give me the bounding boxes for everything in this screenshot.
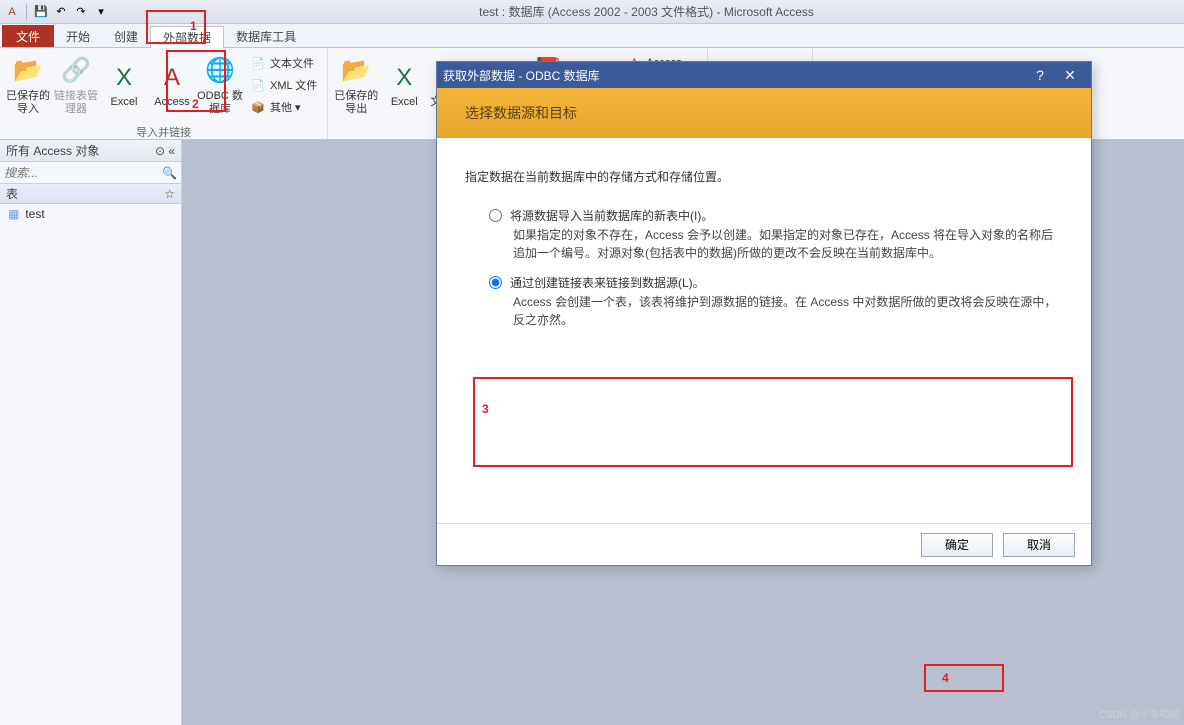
linked-table-manager-button[interactable]: 🔗 链接表管理器 xyxy=(52,50,100,122)
dialog-titlebar: 获取外部数据 - ODBC 数据库 ? ✕ xyxy=(437,62,1091,88)
text-file-icon: 📄 xyxy=(250,55,266,71)
option-link-row[interactable]: 通过创建链接表来链接到数据源(L)。 xyxy=(465,272,1063,293)
search-icon[interactable]: 🔍 xyxy=(162,166,177,180)
dialog-title: 获取外部数据 - ODBC 数据库 xyxy=(443,67,600,84)
globe-db-icon: 🌐 xyxy=(204,56,236,88)
label: ODBC 数据库 xyxy=(196,90,244,116)
label: 链接表管理器 xyxy=(52,90,100,116)
tab-create[interactable]: 创建 xyxy=(102,25,150,47)
save-icon[interactable]: 💾 xyxy=(33,4,49,20)
excel-icon: X xyxy=(388,62,420,94)
option-import-label: 将源数据导入当前数据库的新表中(I)。 xyxy=(510,207,713,224)
title-bar: A 💾 ↶ ↷ ▾ test : 数据库 (Access 2002 - 2003… xyxy=(0,0,1184,24)
label: Access xyxy=(154,96,189,109)
qat-dropdown-icon[interactable]: ▾ xyxy=(93,4,109,20)
ribbon-tabs: 文件 开始 创建 外部数据 数据库工具 xyxy=(0,24,1184,48)
ok-button[interactable]: 确定 xyxy=(921,533,993,557)
export-excel-button[interactable]: X Excel xyxy=(380,50,428,122)
nav-header[interactable]: 所有 Access 对象 ⊙ « xyxy=(0,140,181,162)
quick-access-toolbar: A 💾 ↶ ↷ ▾ xyxy=(0,4,109,20)
dialog-banner: 选择数据源和目标 xyxy=(437,88,1091,138)
import-access-button[interactable]: A Access xyxy=(148,50,196,122)
help-icon[interactable]: ? xyxy=(1025,64,1055,86)
close-icon[interactable]: ✕ xyxy=(1055,64,1085,86)
window-title: test : 数据库 (Access 2002 - 2003 文件格式) - M… xyxy=(109,3,1184,20)
xml-file-icon: 📄 xyxy=(250,77,266,93)
label: Excel xyxy=(111,96,138,109)
option-link-label: 通过创建链接表来链接到数据源(L)。 xyxy=(510,274,705,291)
option-import-row[interactable]: 将源数据导入当前数据库的新表中(I)。 xyxy=(465,205,1063,226)
tab-file[interactable]: 文件 xyxy=(2,25,54,47)
more-icon: 📦 xyxy=(250,99,266,115)
nav-item-label: test xyxy=(25,207,44,221)
option-import-explanation: 如果指定的对象不存在，Access 会予以创建。如果指定的对象已存在，Acces… xyxy=(465,226,1063,272)
dialog-instruction: 指定数据在当前数据库中的存储方式和存储位置。 xyxy=(465,168,1063,185)
nav-item-test[interactable]: ▦ test xyxy=(0,204,181,224)
import-odbc-button[interactable]: 🌐 ODBC 数据库 xyxy=(196,50,244,122)
redo-icon[interactable]: ↷ xyxy=(73,4,89,20)
import-small-col: 📄文本文件 📄XML 文件 📦其他 ▾ xyxy=(244,50,323,120)
folder-export-icon: 📂 xyxy=(340,56,372,88)
access-icon: A xyxy=(156,62,188,94)
group-label: 导入并链接 xyxy=(0,124,327,140)
tab-home[interactable]: 开始 xyxy=(54,25,102,47)
label: Excel xyxy=(391,96,418,109)
tab-external-data[interactable]: 外部数据 xyxy=(150,26,224,48)
saved-exports-button[interactable]: 📂 已保存的导出 xyxy=(332,50,380,122)
chevron-down-icon[interactable]: ⊙ « xyxy=(155,144,175,158)
nav-category-tables[interactable]: 表 ☆ xyxy=(0,184,181,204)
label: 已保存的导入 xyxy=(4,90,52,116)
ribbon-group-import: 📂 已保存的导入 🔗 链接表管理器 X Excel A Access 🌐 ODB… xyxy=(0,48,328,139)
radio-link[interactable] xyxy=(489,276,502,289)
nav-search: 🔍 xyxy=(0,162,181,184)
import-more-button[interactable]: 📦其他 ▾ xyxy=(246,96,321,118)
option-link-explanation: Access 会创建一个表，该表将维护到源数据的链接。在 Access 中对数据… xyxy=(465,293,1063,339)
nav-header-label: 所有 Access 对象 xyxy=(6,142,99,159)
collapse-icon: ☆ xyxy=(164,187,175,201)
table-icon: ▦ xyxy=(8,207,19,221)
dialog-get-external-odbc: 获取外部数据 - ODBC 数据库 ? ✕ 选择数据源和目标 指定数据在当前数据… xyxy=(436,61,1092,566)
watermark: CSDN @小多呱呱 xyxy=(1099,706,1180,721)
import-text-button[interactable]: 📄文本文件 xyxy=(246,52,321,74)
undo-icon[interactable]: ↶ xyxy=(53,4,69,20)
dialog-footer: 确定 取消 xyxy=(437,523,1091,565)
table-link-icon: 🔗 xyxy=(60,56,92,88)
saved-imports-button[interactable]: 📂 已保存的导入 xyxy=(4,50,52,122)
radio-import[interactable] xyxy=(489,209,502,222)
excel-icon: X xyxy=(108,62,140,94)
search-input[interactable] xyxy=(4,166,162,180)
dialog-body: 指定数据在当前数据库中的存储方式和存储位置。 将源数据导入当前数据库的新表中(I… xyxy=(437,138,1091,523)
app-icon: A xyxy=(4,4,20,20)
label: 已保存的导出 xyxy=(332,90,380,116)
tab-db-tools[interactable]: 数据库工具 xyxy=(224,25,308,47)
category-label: 表 xyxy=(6,185,18,202)
separator xyxy=(26,4,27,20)
cancel-button[interactable]: 取消 xyxy=(1003,533,1075,557)
import-xml-button[interactable]: 📄XML 文件 xyxy=(246,74,321,96)
banner-text: 选择数据源和目标 xyxy=(465,103,577,123)
folder-icon: 📂 xyxy=(12,56,44,88)
import-excel-button[interactable]: X Excel xyxy=(100,50,148,122)
navigation-pane: 所有 Access 对象 ⊙ « 🔍 表 ☆ ▦ test xyxy=(0,140,182,725)
